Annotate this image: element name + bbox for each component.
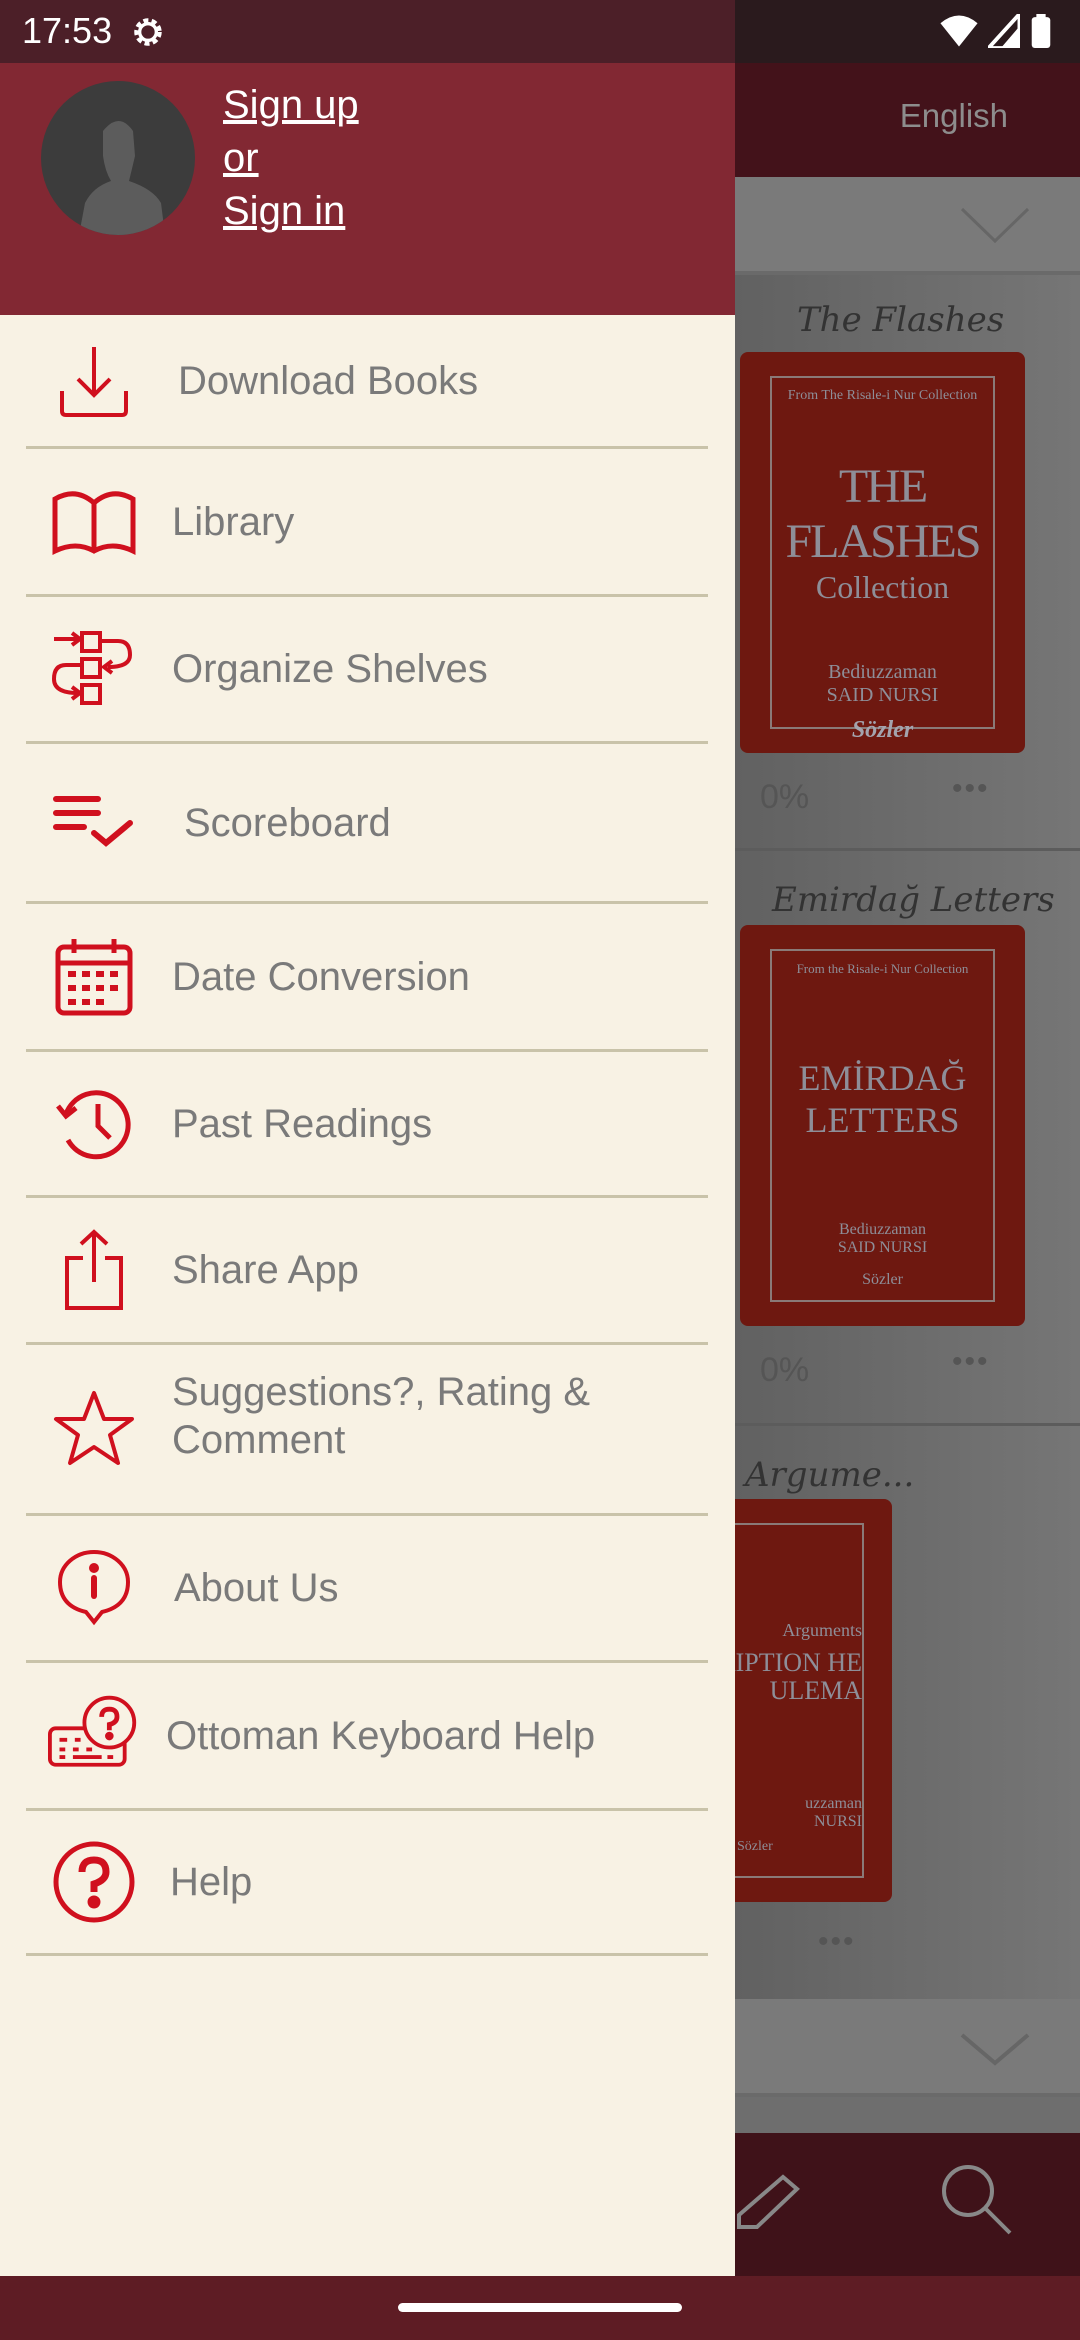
star-icon — [48, 1383, 140, 1475]
chevron-down-icon[interactable] — [960, 205, 1030, 245]
cover-text: SAID NURSI — [837, 1239, 928, 1256]
progress-text: 0% — [760, 1351, 810, 1389]
cover-text: CRIPTION HE ULEMA — [735, 1648, 862, 1705]
menu-item-label: Help — [170, 1860, 253, 1904]
cover-text: EMİRDAĞ LETTERS — [798, 1058, 967, 1140]
navigation-drawer: Sign up or Sign in Download Books Librar… — [0, 63, 735, 2276]
bottom-toolbar — [735, 2133, 1080, 2276]
cover-publisher: Sözler — [851, 717, 914, 743]
wifi-icon — [940, 15, 978, 47]
checklist-icon — [48, 777, 140, 869]
menu-item-label: Date Conversion — [172, 954, 470, 999]
menu-item-share-app[interactable]: Share App — [26, 1198, 708, 1345]
menu-item-help[interactable]: Help — [26, 1811, 708, 1956]
help-icon — [48, 1836, 140, 1928]
more-options-icon[interactable]: ••• — [818, 1925, 856, 1959]
divider — [735, 1423, 1080, 1426]
menu-item-download-books[interactable]: Download Books — [26, 315, 708, 449]
cover-text: Sözler — [737, 1839, 773, 1854]
share-icon — [48, 1224, 140, 1316]
menu-item-label: Ottoman Keyboard Help — [166, 1713, 596, 1758]
cover-text: Sözler — [862, 1271, 903, 1288]
battery-icon — [1031, 14, 1051, 48]
calendar-icon — [48, 931, 140, 1023]
book-cover[interactable]: From The Risale-i Nur Collection THE FLA… — [740, 352, 1025, 753]
menu-item-label: Share App — [172, 1248, 359, 1292]
cover-text: Arguments — [782, 1620, 862, 1640]
signal-icon — [988, 14, 1020, 48]
book-title: Emirdağ Letters — [772, 880, 1055, 920]
menu-item-suggestions[interactable]: Suggestions?, Rating & Comment — [26, 1345, 708, 1516]
shelf-header[interactable] — [735, 177, 1080, 275]
download-icon — [48, 335, 140, 427]
menu-item-scoreboard[interactable]: Scoreboard — [26, 744, 708, 904]
home-gesture-handle[interactable] — [398, 2303, 682, 2312]
search-icon[interactable] — [940, 2163, 1015, 2238]
settings-gear-icon — [134, 18, 162, 46]
menu-item-label: Library — [172, 499, 295, 544]
cover-text: SAID NURSI — [826, 684, 939, 706]
menu-item-label: Past Readings — [172, 1101, 433, 1146]
or-text: or — [223, 136, 259, 180]
cover-text: THE FLASHES — [785, 460, 981, 568]
drawer-header: Sign up or Sign in — [0, 63, 735, 315]
sign-in-link[interactable]: Sign in — [223, 185, 359, 238]
clock: 17:53 — [22, 10, 113, 51]
more-options-icon[interactable]: ••• — [952, 1345, 990, 1379]
cover-text: Bediuzzaman — [838, 1221, 927, 1238]
cover-text: uzzaman — [805, 1795, 862, 1812]
divider — [735, 848, 1080, 851]
menu-item-organize-shelves[interactable]: Organize Shelves — [26, 597, 708, 744]
history-icon — [48, 1078, 140, 1170]
book-cover[interactable]: From the Risale-i Nur Collection EMİRDAĞ… — [740, 925, 1025, 1326]
menu-item-label: Download Books — [178, 358, 479, 403]
more-options-icon[interactable]: ••• — [952, 772, 990, 806]
menu-item-ottoman-keyboard-help[interactable]: Ottoman Keyboard Help — [26, 1663, 708, 1811]
sign-up-link[interactable]: Sign up — [223, 79, 359, 132]
chevron-down-icon[interactable] — [960, 2031, 1030, 2071]
cover-text: From the Risale-i Nur Collection — [796, 961, 969, 976]
menu-item-label: Suggestions?, Rating & Comment — [172, 1370, 591, 1462]
drawer-menu: Download Books Library Organize Shelves … — [0, 315, 735, 1956]
book-open-icon — [48, 476, 140, 568]
menu-item-library[interactable]: Library — [26, 449, 708, 597]
menu-item-label: About Us — [174, 1566, 339, 1610]
book-title: Argume... — [745, 1455, 915, 1495]
avatar[interactable] — [41, 81, 195, 235]
progress-text: 0% — [760, 778, 810, 816]
keyboard-help-icon — [48, 1690, 140, 1782]
menu-item-past-readings[interactable]: Past Readings — [26, 1052, 708, 1198]
menu-item-label: Scoreboard — [184, 800, 391, 845]
status-bar: 17:53 — [0, 0, 1080, 63]
cover-text: Collection — [815, 569, 950, 605]
organize-icon — [48, 623, 140, 715]
book-title: The Flashes — [797, 300, 1005, 340]
cover-text: From The Risale-i Nur Collection — [787, 388, 978, 403]
menu-item-date-conversion[interactable]: Date Conversion — [26, 904, 708, 1052]
info-icon — [48, 1542, 140, 1634]
menu-item-label: Organize Shelves — [172, 647, 488, 691]
app-toolbar: English — [735, 63, 1080, 177]
book-cover[interactable]: Arguments CRIPTION HE ULEMA uzzaman NURS… — [735, 1499, 892, 1902]
pencil-icon[interactable] — [735, 2171, 801, 2237]
menu-item-about-us[interactable]: About Us — [26, 1516, 708, 1663]
cover-text: Bediuzzaman — [828, 661, 937, 683]
shelf-header[interactable] — [735, 1999, 1080, 2097]
user-silhouette-icon — [79, 121, 165, 235]
cover-text: NURSI — [813, 1813, 862, 1830]
language-selector[interactable]: English — [900, 97, 1008, 135]
